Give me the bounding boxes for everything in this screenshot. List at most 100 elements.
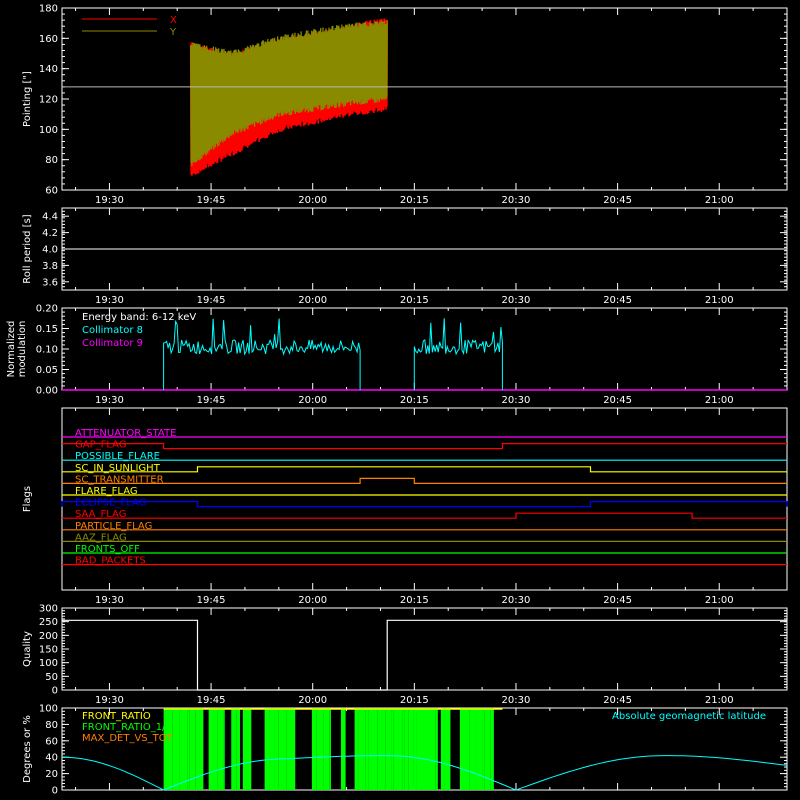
modulation-x-tick-label: 20:30 [502, 395, 531, 406]
front-ratio-fill-bar [223, 708, 225, 790]
roll-x-tick-label: 20:15 [400, 295, 429, 306]
modulation-x-tick-label: 20:45 [603, 395, 632, 406]
pointing-y-tick-label: 80 [45, 155, 58, 166]
quality-y-tick-label: 100 [39, 658, 58, 669]
roll-y-tick-label: 3.8 [42, 261, 58, 272]
flags-x-tick-label: 20:15 [400, 595, 429, 606]
roll-x-tick-label: 21:00 [705, 295, 734, 306]
quality-x-tick-label: 20:45 [603, 695, 632, 706]
roll-y-tick-label: 4.2 [42, 228, 58, 239]
geomag-y-tick-label: 100 [39, 704, 58, 715]
geomag-y-axis-label: Degrees or % [22, 715, 33, 783]
collimator-8-line [413, 318, 503, 390]
modulation-y-axis-label: Normalized [6, 321, 17, 378]
flag-line-eclipse-flag [61, 501, 788, 508]
front-ratio-fill-bar [393, 708, 403, 790]
collimator-8-line [163, 318, 361, 390]
pointing-x-tick-label: 20:45 [603, 195, 632, 206]
front-ratio-fill-bar [368, 708, 378, 790]
quality-x-tick-label: 20:00 [298, 695, 327, 706]
legend-front-ratio-1-2-label: FRONT_RATIO_1/2 [82, 722, 172, 733]
front-ratio-fill-bar [165, 708, 173, 790]
pointing-x-tick-label: 20:15 [400, 195, 429, 206]
flag-label-gap-flag: GAP_FLAG [75, 440, 127, 451]
front-ratio-fill-bar [208, 708, 218, 790]
flag-line-gap-flag [62, 443, 787, 450]
quality-y-tick-label: 250 [39, 617, 58, 628]
front-ratio-fill-bar [340, 708, 346, 790]
front-ratio-fill-bar [195, 708, 204, 790]
pointing-x-tick-label: 19:45 [197, 195, 226, 206]
front-ratio-fill-bar [323, 708, 330, 790]
front-ratio-fill-bar [163, 708, 166, 790]
roll-x-tick-label: 19:30 [95, 295, 124, 306]
front-ratio-fill-bar [469, 708, 477, 790]
legend-front-ratio-label: FRONT_RATIO [82, 711, 151, 722]
chart-canvas: 19:30 19:45 20:00 20:15 20:30 20:45 21:00 60 80 1… [6, 4, 788, 797]
flag-line-sc-in-sunlight [62, 466, 787, 473]
quality-y-tick-label: 50 [45, 672, 58, 683]
quality-x-tick-label: 20:15 [400, 695, 429, 706]
front-ratio-fill-bar [377, 708, 386, 790]
legend-x-label: X [170, 15, 177, 26]
front-ratio-fill-bar [435, 708, 438, 790]
geomag-y-tick-label: 80 [45, 720, 58, 731]
modulation-x-tick-label: 19:45 [197, 395, 226, 406]
geomagnetic-latitude-annotation: Absolute geomagnetic latitude [612, 711, 766, 722]
front-ratio-fill-bar [365, 708, 369, 790]
roll-y-axis-label: Roll period [s] [22, 214, 33, 283]
modulation-y-tick-label: 0.15 [36, 324, 58, 335]
front-ratio-fill-bar [278, 708, 287, 790]
front-ratio-fill-bar [448, 708, 451, 790]
front-ratio-fill-bar [242, 708, 252, 790]
quality-y-tick-label: 300 [39, 604, 58, 615]
legend-max-det-vs-tot-label: MAX_DET_VS_TOT [82, 733, 174, 744]
front-ratio-fill-bar [311, 708, 317, 790]
roll-y-tick-label: 4.4 [42, 212, 58, 223]
front-ratio-fill-bar [402, 708, 405, 790]
flag-line-sc-transmitter [62, 477, 787, 484]
front-ratio-fill-bar [354, 708, 359, 790]
front-ratio-fill-bar [416, 708, 426, 790]
front-ratio-fill-bar [236, 708, 241, 790]
flag-line-saa-flag [62, 512, 787, 519]
front-ratio-fill-bar [425, 708, 434, 790]
modulation-y-axis-label: modulation [17, 321, 28, 378]
roll-y-tick-label: 3.6 [42, 277, 58, 288]
front-ratio-fill-bar [220, 708, 224, 790]
front-ratio-fill-bar [433, 708, 436, 790]
energy-band-annotation: Energy band: 6-12 keV [82, 312, 196, 323]
legend-collimator-9-label: Collimator 9 [82, 338, 143, 349]
quality-x-tick-label: 20:30 [502, 695, 531, 706]
pointing-y-tick-label: 100 [39, 125, 58, 136]
front-ratio-fill-bar [490, 708, 494, 790]
front-ratio-fill-bar [459, 708, 470, 790]
pointing-x-tick-label: 20:00 [298, 195, 327, 206]
pointing-x-tick-label: 20:30 [502, 195, 531, 206]
flags-x-tick-label: 21:00 [705, 595, 734, 606]
quality-y-tick-label: 0 [52, 686, 58, 697]
front-ratio-fill-bar [264, 708, 270, 790]
front-ratio-fill-bar [274, 708, 279, 790]
modulation-x-tick-label: 19:30 [95, 395, 124, 406]
pointing-y-tick-label: 160 [39, 34, 58, 45]
quality-x-tick-label: 19:45 [197, 695, 226, 706]
quality-x-tick-label: 21:00 [705, 695, 734, 706]
front-ratio-fill-bar [172, 708, 180, 790]
pointing-y-axis-label: Pointing ["] [22, 71, 33, 127]
geomag-y-tick-label: 40 [45, 753, 58, 764]
legend-y-label: Y [169, 27, 177, 38]
geomag-y-tick-label: 0 [52, 786, 58, 797]
front-ratio-fill-bar [476, 708, 483, 790]
pointing-y-tick-label: 140 [39, 64, 58, 75]
flags-x-tick-label: 20:30 [502, 595, 531, 606]
front-ratio-fill-bar [385, 708, 392, 790]
front-ratio-fill-bar [413, 708, 417, 790]
front-ratio-fill-bar [391, 708, 394, 790]
modulation-x-tick-label: 20:00 [298, 395, 327, 406]
flags-x-tick-label: 20:45 [603, 595, 632, 606]
front-ratio-fill-bar [482, 708, 485, 790]
pointing-y-tick-label: 180 [39, 4, 58, 15]
pointing-y-tick-label: 120 [39, 95, 58, 106]
modulation-x-tick-label: 21:00 [705, 395, 734, 406]
